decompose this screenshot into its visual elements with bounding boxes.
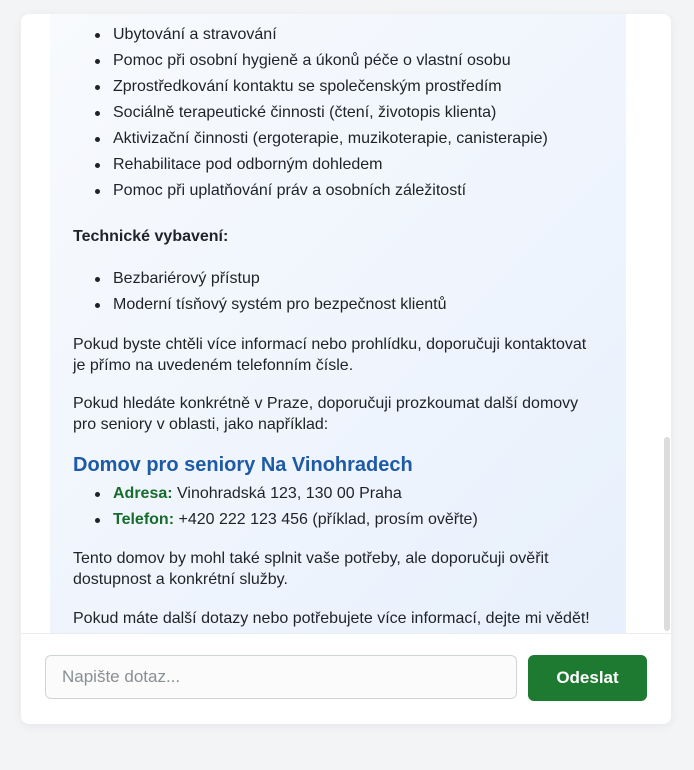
list-item: Ubytování a stravování: [50, 22, 626, 48]
prague-paragraph: Pokud hledáte konkrétně v Praze, doporuč…: [73, 395, 579, 433]
scrollbar-thumb[interactable]: [664, 437, 670, 631]
address-label: Adresa:: [113, 485, 173, 502]
chat-window: Ubytování a stravování Pomoc při osobní …: [21, 14, 671, 724]
address-value: Vinohradská 123, 130 00 Praha: [172, 485, 402, 502]
list-item: Sociálně terapeutické činnosti (čtení, ž…: [50, 100, 626, 126]
phone-label: Telefon:: [113, 511, 175, 528]
home-details-list: Adresa: Vinohradská 123, 130 00 Praha Te…: [50, 481, 626, 533]
message-list[interactable]: Ubytování a stravování Pomoc při osobní …: [21, 14, 671, 633]
technical-heading: Technické vybavení:: [73, 228, 229, 245]
send-button[interactable]: Odeslat: [528, 655, 647, 701]
phone-value: +420 222 123 456 (příklad, prosím ověřte…: [174, 511, 478, 528]
list-item: Aktivizační činnosti (ergoterapie, muzik…: [50, 126, 626, 152]
list-item: Pomoc při osobní hygieně a úkonů péče o …: [50, 48, 626, 74]
list-item: Moderní tísňový systém pro bezpečnost kl…: [50, 292, 626, 318]
fit-paragraph: Tento domov by mohl také splnit vaše pot…: [73, 550, 549, 588]
services-list: Ubytování a stravování Pomoc při osobní …: [50, 22, 626, 204]
list-item: Rehabilitace pod odborným dohledem: [50, 152, 626, 178]
home-title: Domov pro seniory Na Vinohradech: [73, 454, 413, 476]
chat-input[interactable]: [45, 655, 517, 699]
technical-list: Bezbariérový přístup Moderní tísňový sys…: [50, 266, 626, 318]
more-info-paragraph: Pokud byste chtěli více informací nebo p…: [73, 336, 587, 374]
home-phone: Telefon: +420 222 123 456 (příklad, pros…: [50, 507, 626, 533]
assistant-message: Ubytování a stravování Pomoc při osobní …: [50, 14, 626, 633]
list-item: Bezbariérový přístup: [50, 266, 626, 292]
closing-paragraph: Pokud máte další dotazy nebo potřebujete…: [73, 610, 590, 627]
input-bar: Odeslat: [21, 633, 671, 724]
list-item: Pomoc při uplatňování práv a osobních zá…: [50, 178, 626, 204]
list-item: Zprostředkování kontaktu se společenským…: [50, 74, 626, 100]
home-address: Adresa: Vinohradská 123, 130 00 Praha: [50, 481, 626, 507]
